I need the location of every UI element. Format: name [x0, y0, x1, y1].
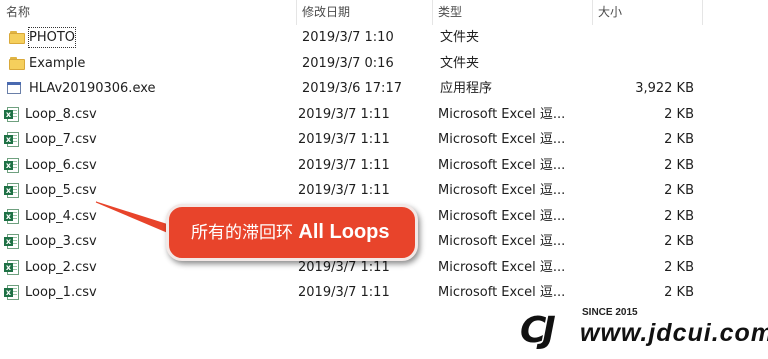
folder-icon — [9, 55, 25, 72]
file-type: 文件夹 — [440, 56, 480, 71]
file-type: Microsoft Excel 逗... — [438, 107, 566, 122]
file-name[interactable]: HLAv20190306.exe — [29, 76, 289, 101]
excel-icon: x — [4, 131, 20, 148]
file-row[interactable]: x Loop_5.csv 2019/3/7 1:11 Microsoft Excel … — [0, 178, 768, 203]
file-modified: 2019/3/7 1:11 — [298, 285, 390, 300]
file-size: 2 KB — [664, 234, 694, 249]
excel-icon: x — [4, 208, 20, 225]
file-type: Microsoft Excel 逗... — [438, 234, 566, 249]
file-row[interactable]: PHOTO 2019/3/7 1:10 文件夹 — [0, 25, 768, 50]
file-name[interactable]: Loop_5.csv — [25, 178, 285, 203]
file-size: 2 KB — [664, 209, 694, 224]
file-modified: 2019/3/7 1:11 — [298, 107, 390, 122]
excel-icon: x — [4, 182, 20, 199]
file-row[interactable]: x Loop_7.csv 2019/3/7 1:11 Microsoft Excel … — [0, 127, 768, 152]
excel-icon: x — [4, 157, 20, 174]
file-name[interactable]: Loop_6.csv — [25, 153, 285, 178]
column-header-size[interactable]: 大小 — [592, 0, 702, 25]
file-type: 文件夹 — [440, 30, 480, 45]
file-size: 2 KB — [664, 183, 694, 198]
file-row[interactable]: x Loop_8.csv 2019/3/7 1:11 Microsoft Excel … — [0, 102, 768, 127]
callout-bubble: 所有的滞回环 All Loops — [166, 204, 418, 261]
file-size — [594, 51, 694, 76]
file-row[interactable]: x Loop_6.csv 2019/3/7 1:11 Microsoft Excel … — [0, 153, 768, 178]
file-modified: 2019/3/7 1:11 — [298, 183, 390, 198]
file-name[interactable]: PHOTO — [27, 27, 77, 48]
watermark: CJ SINCE 2015 www.jdcui.com — [520, 302, 768, 359]
file-type: 应用程序 — [440, 81, 493, 96]
file-name[interactable]: Loop_8.csv — [25, 102, 285, 127]
file-size — [594, 25, 694, 50]
file-modified: 2019/3/7 1:11 — [298, 132, 390, 147]
file-modified: 2019/3/7 1:10 — [302, 30, 394, 45]
excel-icon: x — [4, 259, 20, 276]
column-header-modified[interactable]: 修改日期 — [296, 0, 432, 25]
callout-text-en: All Loops — [298, 221, 390, 243]
file-modified: 2019/3/7 0:16 — [302, 56, 394, 71]
file-size: 3,922 KB — [635, 81, 694, 96]
file-type: Microsoft Excel 逗... — [438, 183, 566, 198]
file-modified: 2019/3/6 17:17 — [302, 81, 402, 96]
file-type: Microsoft Excel 逗... — [438, 158, 566, 173]
excel-icon: x — [4, 233, 20, 250]
file-modified: 2019/3/7 1:11 — [298, 158, 390, 173]
watermark-logo: CJ — [520, 310, 556, 351]
file-type: Microsoft Excel 逗... — [438, 260, 566, 275]
column-header-bar: 名称 修改日期 类型 大小 — [0, 0, 768, 25]
exe-icon — [6, 80, 22, 97]
file-size: 2 KB — [664, 158, 694, 173]
file-type: Microsoft Excel 逗... — [438, 209, 566, 224]
file-size: 2 KB — [664, 260, 694, 275]
file-size: 2 KB — [664, 107, 694, 122]
column-divider[interactable] — [702, 0, 703, 25]
file-name[interactable]: Loop_1.csv — [25, 280, 285, 305]
file-row[interactable]: HLAv20190306.exe 2019/3/6 17:17 应用程序 3,922 … — [0, 76, 768, 101]
folder-icon — [9, 29, 25, 46]
file-name[interactable]: Example — [29, 51, 289, 76]
callout-text-cn: 所有的滞回环 — [191, 223, 299, 243]
file-type: Microsoft Excel 逗... — [438, 132, 566, 147]
excel-icon: x — [4, 106, 20, 123]
watermark-url: www.jdcui.com — [580, 319, 768, 347]
file-size: 2 KB — [664, 132, 694, 147]
watermark-since: SINCE 2015 — [582, 307, 638, 318]
column-header-type[interactable]: 类型 — [432, 0, 592, 25]
file-name[interactable]: Loop_7.csv — [25, 127, 285, 152]
excel-icon: x — [4, 284, 20, 301]
file-row[interactable]: Example 2019/3/7 0:16 文件夹 — [0, 51, 768, 76]
column-header-name[interactable]: 名称 — [0, 0, 296, 25]
